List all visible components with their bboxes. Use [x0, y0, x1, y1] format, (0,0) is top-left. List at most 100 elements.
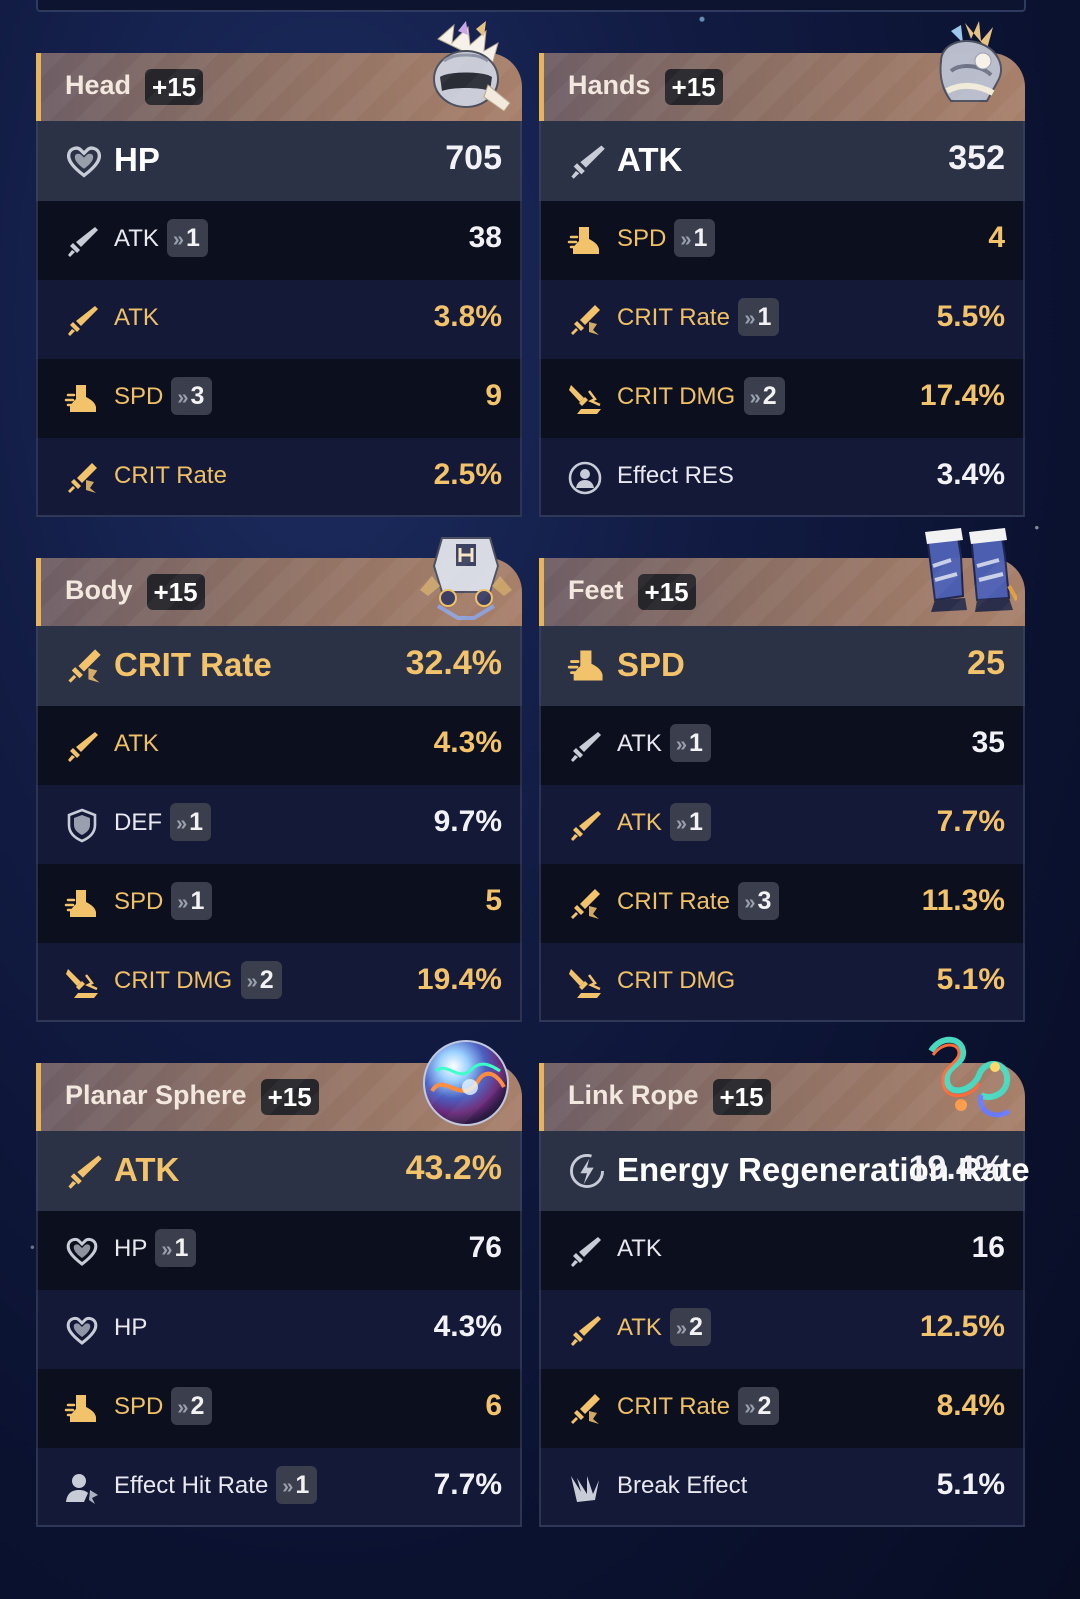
- roll-count: 1: [689, 808, 703, 836]
- roll-count: 1: [190, 887, 205, 915]
- stat-name: CRIT DMG: [114, 967, 233, 994]
- relic-level-badge: +15: [146, 574, 205, 610]
- gauntlet-relic-icon: [921, 21, 1017, 117]
- substat-row: HP 76 »1: [36, 1211, 522, 1290]
- roll-count-badge: »1: [170, 803, 212, 841]
- substat-row: SPD 5 »1: [36, 864, 522, 943]
- sword-icon: [567, 728, 603, 764]
- relic-panel-planar-sphere[interactable]: Planar Sphere +15 ATK 43.2% HP 76 »1 HP 4.3% SPD 6…: [36, 1040, 522, 1527]
- main-stat-row: Energy Regeneration Rate 19.4%: [539, 1131, 1030, 1211]
- roll-count-badge: »1: [166, 219, 208, 257]
- crit-rate-icon: [567, 302, 603, 338]
- stat-value: 11.3%: [921, 884, 1005, 917]
- sword-icon: [64, 1151, 104, 1191]
- stat-name: SPD: [114, 888, 164, 915]
- shield-icon: [64, 807, 100, 843]
- substat-row: ATK 38 »1: [36, 201, 522, 280]
- substat-row: CRIT DMG 19.4% »2: [36, 943, 522, 1022]
- relic-header: Hands +15: [539, 21, 1025, 121]
- stat-name: ATK: [617, 1235, 662, 1262]
- roll-count: 1: [189, 808, 204, 836]
- roll-count-badge: »1: [669, 724, 711, 762]
- relic-panel-body[interactable]: Body +15 CRIT Rate 32.4% ATK 4.3% DEF 9.7% »1 SPD…: [36, 537, 522, 1022]
- boot-icon: [567, 223, 603, 259]
- sword-icon: [64, 728, 100, 764]
- relic-header: Planar Sphere +15: [36, 1040, 522, 1131]
- relic-header: Feet +15: [539, 528, 1025, 626]
- substat-row: ATK 4.3%: [36, 706, 522, 785]
- relic-panel-head[interactable]: Head +15 HP 705 ATK 38 »1 ATK 3.8% SPD 9 »3 CRIT Rat…: [36, 21, 522, 517]
- stat-value: 4.3%: [433, 1310, 502, 1343]
- relic-panel-feet[interactable]: Feet +15 SPD 25 ATK 35 »1 ATK 7.7% »1 CRIT Rate 11.…: [539, 528, 1025, 1022]
- substat-row: Effect RES 3.4%: [539, 438, 1025, 517]
- relic-panel-hands[interactable]: Hands +15 ATK 352 SPD 4 »1 CRIT Rate 5.5% »1 CRIT …: [539, 21, 1025, 517]
- roll-count-badge: »2: [669, 1308, 711, 1346]
- double-chevron-icon: »: [675, 734, 688, 756]
- stat-name: CRIT Rate: [617, 304, 730, 331]
- relic-level-badge: +15: [664, 69, 723, 105]
- relic-slot-name: Feet: [568, 575, 624, 605]
- boot-icon: [64, 381, 100, 417]
- main-stat-row: ATK 352: [539, 121, 1025, 201]
- roll-count: 3: [190, 382, 205, 410]
- roll-count: 1: [174, 1234, 189, 1262]
- roll-count: 1: [693, 224, 708, 252]
- substat-row: Break Effect 5.1%: [539, 1448, 1025, 1527]
- relic-slot-name: Head: [65, 70, 132, 100]
- substat-row: HP 4.3%: [36, 1290, 522, 1369]
- double-chevron-icon: »: [749, 387, 761, 409]
- roll-count: 2: [190, 1392, 205, 1420]
- stat-name: SPD: [114, 1393, 164, 1420]
- sword-icon: [567, 807, 603, 843]
- crit-dmg-icon: [64, 965, 100, 1001]
- substat-row: SPD 6 »2: [36, 1369, 522, 1448]
- substat-row: ATK 16: [539, 1211, 1025, 1290]
- stat-value: 35: [971, 726, 1005, 759]
- roll-count-badge: »1: [171, 882, 213, 920]
- stat-name: CRIT DMG: [617, 383, 736, 410]
- roll-count-badge: »2: [738, 1387, 780, 1425]
- roll-count: 2: [689, 1313, 703, 1341]
- stat-name: SPD: [617, 225, 667, 252]
- main-stat-row: HP 705: [36, 121, 522, 201]
- stat-value: 12.5%: [919, 1310, 1005, 1343]
- relic-panel-link-rope[interactable]: Link Rope +15 Energy Regeneration Rate 19.4…: [539, 1036, 1030, 1527]
- stat-name: HP: [114, 1235, 148, 1262]
- roll-count: 2: [757, 1392, 772, 1420]
- stat-value: 7.7%: [433, 1468, 502, 1501]
- sword-icon: [567, 1312, 603, 1348]
- substat-row: CRIT DMG 5.1%: [539, 943, 1025, 1022]
- sphere-relic-icon: [418, 1031, 514, 1127]
- stat-value: 9: [485, 379, 502, 412]
- double-chevron-icon: »: [177, 1397, 189, 1419]
- stat-value: 3.4%: [936, 458, 1005, 491]
- relic-header: Body +15: [36, 537, 522, 626]
- sword-icon: [64, 302, 100, 338]
- relic-level-badge: +15: [712, 1079, 771, 1115]
- heart-icon: [64, 1312, 100, 1348]
- boots-relic-icon: [921, 526, 1019, 622]
- stat-value: 19.4%: [416, 963, 502, 996]
- boot-icon: [64, 1391, 100, 1427]
- double-chevron-icon: »: [172, 229, 185, 251]
- relic-level-badge: +15: [260, 1079, 319, 1115]
- stat-name: SPD: [114, 383, 164, 410]
- stat-value: 4.3%: [433, 726, 502, 759]
- crit-rate-icon: [64, 460, 100, 496]
- substat-row: CRIT Rate 2.5%: [36, 438, 522, 517]
- armor-relic-icon: [418, 526, 514, 622]
- roll-count-badge: »1: [155, 1229, 197, 1267]
- roll-count-badge: »3: [171, 377, 213, 415]
- substat-row: ATK 12.5% »2: [539, 1290, 1025, 1369]
- crit-rate-icon: [567, 1391, 603, 1427]
- relic-header: Link Rope +15: [539, 1036, 1025, 1131]
- stat-value: 5.1%: [936, 1468, 1005, 1501]
- roll-count-badge: »1: [738, 298, 780, 336]
- roll-count: 1: [757, 303, 772, 331]
- stat-value: 17.4%: [919, 379, 1005, 412]
- stat-value: 3.8%: [433, 300, 502, 333]
- boot-icon: [64, 886, 100, 922]
- double-chevron-icon: »: [176, 813, 188, 835]
- crit-rate-icon: [64, 646, 104, 686]
- substat-row: Effect Hit Rate 7.7% »1: [36, 1448, 522, 1527]
